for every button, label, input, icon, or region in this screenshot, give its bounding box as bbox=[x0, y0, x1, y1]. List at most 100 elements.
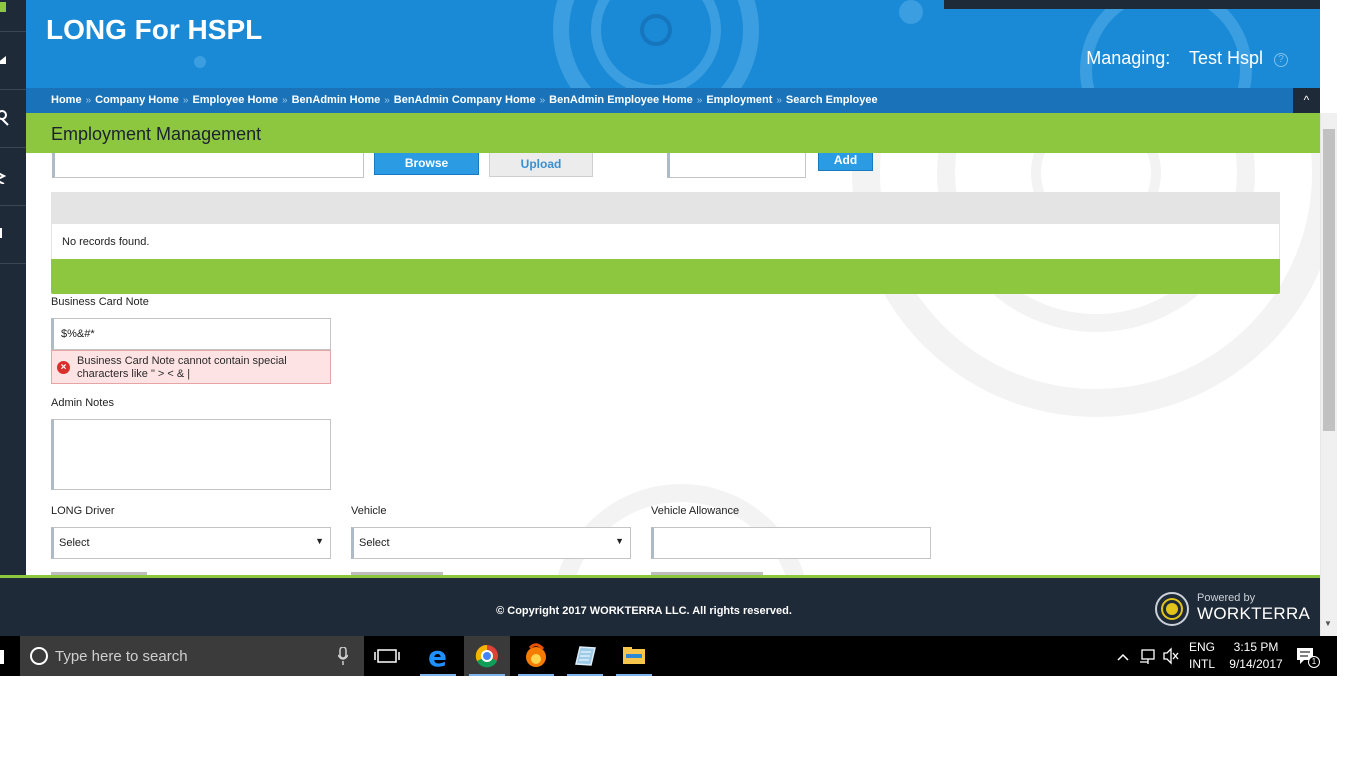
chevron-down-icon: ▼ bbox=[615, 536, 624, 546]
notepad-taskbar-button[interactable] bbox=[565, 636, 605, 676]
collapse-header-button[interactable]: ^ bbox=[1293, 88, 1320, 113]
firefox-icon bbox=[526, 643, 546, 667]
powered-by-text: Powered by bbox=[1197, 592, 1256, 604]
header-top-strip bbox=[944, 0, 1320, 9]
copyright-text: © Copyright 2017 WORKTERRA LLC. All righ… bbox=[496, 605, 792, 617]
workterra-brand: WORKTERRA bbox=[1197, 604, 1311, 623]
breadcrumb-search-employee[interactable]: Search Employee bbox=[786, 94, 878, 106]
file-explorer-taskbar-button[interactable] bbox=[614, 636, 654, 676]
managing-label: Managing: bbox=[1086, 48, 1171, 68]
show-hidden-icons-icon[interactable] bbox=[1116, 636, 1130, 676]
scrollbar-thumb[interactable] bbox=[1323, 129, 1335, 431]
breadcrumb-separator: » bbox=[539, 95, 546, 106]
vehicle-label: Vehicle bbox=[351, 505, 387, 517]
add-button[interactable]: Add bbox=[818, 153, 873, 171]
file-path-input[interactable] bbox=[52, 153, 364, 178]
sidebar-item-benadmin[interactable] bbox=[0, 148, 26, 206]
left-sidebar bbox=[0, 0, 26, 577]
home-icon bbox=[0, 2, 6, 12]
breadcrumb-separator: » bbox=[182, 95, 189, 106]
vertical-scrollbar[interactable]: ▼ bbox=[1320, 113, 1337, 636]
windows-taskbar: Type here to search e ENG INTL 3:15 PM 9… bbox=[0, 636, 1337, 676]
managing-company: Test Hspl bbox=[1188, 48, 1263, 68]
taskbar-search-placeholder: Type here to search bbox=[55, 648, 188, 665]
clock-date[interactable]: 9/14/2017 bbox=[1224, 657, 1288, 671]
breadcrumb-employment[interactable]: Employment bbox=[706, 94, 772, 106]
empty-area bbox=[0, 676, 1366, 768]
edge-browser-icon: e bbox=[428, 640, 447, 673]
breadcrumb-separator: » bbox=[85, 95, 92, 106]
vehicle-allowance-input[interactable] bbox=[651, 527, 931, 559]
settings-icon bbox=[0, 172, 7, 184]
folder-icon bbox=[623, 647, 645, 664]
breadcrumb-employee-home[interactable]: Employee Home bbox=[192, 94, 278, 106]
long-driver-label: LONG Driver bbox=[51, 505, 115, 517]
start-button[interactable] bbox=[0, 650, 4, 664]
notepad-icon bbox=[575, 646, 596, 666]
sidebar-item-home[interactable] bbox=[0, 0, 26, 32]
business-card-note-label: Business Card Note bbox=[51, 296, 149, 308]
task-view-button[interactable] bbox=[367, 636, 407, 676]
input-language-line1[interactable]: ENG bbox=[1189, 640, 1215, 654]
window-edge bbox=[1320, 0, 1337, 113]
info-icon[interactable]: ? bbox=[1274, 53, 1288, 67]
add-value-input[interactable] bbox=[667, 153, 806, 178]
upload-button[interactable]: Upload bbox=[489, 153, 593, 177]
sidebar-item-company[interactable] bbox=[0, 32, 26, 90]
business-card-note-error: × Business Card Note cannot contain spec… bbox=[51, 350, 331, 384]
browser-viewport: LONG For HSPL Managing: Test Hspl ? Home… bbox=[0, 0, 1366, 768]
breadcrumb-benadmin-company-home[interactable]: BenAdmin Company Home bbox=[394, 94, 536, 106]
building-icon bbox=[0, 56, 6, 64]
network-icon[interactable] bbox=[1139, 636, 1157, 676]
user-icon bbox=[0, 110, 9, 126]
taskbar-search[interactable]: Type here to search bbox=[20, 636, 364, 676]
sidebar-item-reports[interactable] bbox=[0, 206, 26, 264]
breadcrumb: Home» Company Home» Employee Home» BenAdmin… bbox=[26, 88, 1320, 113]
microphone-icon[interactable] bbox=[338, 647, 348, 665]
input-language-line2[interactable]: INTL bbox=[1189, 657, 1215, 671]
app-header: LONG For HSPL Managing: Test Hspl ? bbox=[26, 0, 1320, 88]
page-title-bar: Employment Management bbox=[26, 113, 1320, 153]
business-card-note-field[interactable]: $%&#* bbox=[51, 318, 331, 350]
breadcrumb-separator: » bbox=[776, 95, 782, 106]
business-card-note-error-text: Business Card Note cannot contain specia… bbox=[77, 355, 287, 380]
chevron-up-icon: ^ bbox=[1303, 93, 1310, 107]
breadcrumb-separator: » bbox=[384, 95, 390, 106]
cortana-icon bbox=[30, 647, 48, 665]
breadcrumb-separator: » bbox=[282, 95, 288, 106]
breadcrumb-separator: » bbox=[696, 95, 703, 106]
long-driver-select[interactable]: Select ▼ bbox=[51, 527, 331, 559]
error-icon: × bbox=[57, 361, 70, 374]
task-view-icon bbox=[374, 649, 400, 663]
workterra-logo-core bbox=[1163, 600, 1181, 618]
managing-indicator: Managing: Test Hspl ? bbox=[1086, 48, 1288, 69]
breadcrumb-benadmin-home[interactable]: BenAdmin Home bbox=[292, 94, 381, 106]
no-records-message: No records found. bbox=[62, 236, 150, 248]
scroll-down-arrow-icon[interactable]: ▼ bbox=[1324, 619, 1332, 628]
notification-badge: 1 bbox=[1308, 656, 1320, 668]
page-title: Employment Management bbox=[51, 124, 262, 144]
chrome-taskbar-button[interactable] bbox=[467, 636, 507, 676]
records-grid-body: No records found. bbox=[51, 224, 1280, 259]
breadcrumb-benadmin-employee-home[interactable]: BenAdmin Employee Home bbox=[549, 94, 693, 106]
records-grid-header bbox=[51, 192, 1280, 224]
chevron-down-icon: ▼ bbox=[315, 536, 324, 546]
firefox-taskbar-button[interactable] bbox=[516, 636, 556, 676]
breadcrumb-company-home[interactable]: Company Home bbox=[95, 94, 179, 106]
page-footer: © Copyright 2017 WORKTERRA LLC. All righ… bbox=[0, 578, 1320, 636]
volume-muted-icon[interactable] bbox=[1162, 636, 1180, 676]
admin-notes-label: Admin Notes bbox=[51, 397, 114, 409]
admin-notes-textarea[interactable] bbox=[51, 419, 331, 490]
sidebar-item-employee[interactable] bbox=[0, 90, 26, 148]
long-driver-selected: Select bbox=[59, 537, 90, 549]
browse-button[interactable]: Browse bbox=[374, 153, 479, 175]
vehicle-allowance-label: Vehicle Allowance bbox=[651, 505, 740, 517]
vehicle-select[interactable]: Select ▼ bbox=[351, 527, 631, 559]
breadcrumb-home[interactable]: Home bbox=[51, 94, 82, 106]
clock-time[interactable]: 3:15 PM bbox=[1230, 640, 1282, 654]
svg-text:e: e bbox=[428, 640, 447, 673]
main-content: Browse Upload Add No records found. Busi… bbox=[26, 153, 1320, 575]
app-brand-title: LONG For HSPL bbox=[46, 14, 263, 45]
edge-taskbar-button[interactable]: e bbox=[418, 636, 458, 676]
vehicle-selected: Select bbox=[359, 537, 390, 549]
